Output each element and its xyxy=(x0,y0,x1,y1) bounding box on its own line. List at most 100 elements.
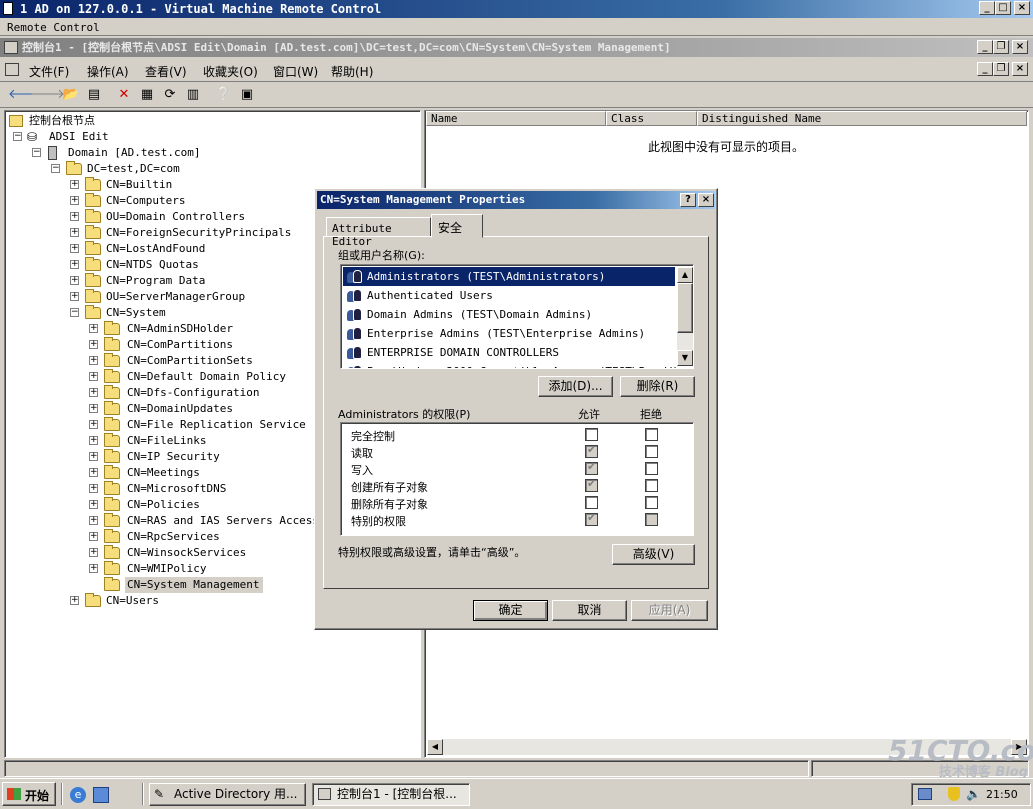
add-button[interactable]: 添加(D)... xyxy=(538,376,613,397)
deny-checkbox[interactable] xyxy=(645,462,658,475)
dialog-help-button[interactable]: ? xyxy=(680,193,696,207)
speaker-icon[interactable]: 🔈 xyxy=(966,787,981,801)
remove-button[interactable]: 删除(R) xyxy=(620,376,695,397)
mmc-restore-button[interactable]: ❐ xyxy=(993,40,1009,54)
expand-icon[interactable]: + xyxy=(89,500,98,509)
deny-checkbox[interactable] xyxy=(645,428,658,441)
collapse-icon[interactable]: − xyxy=(70,308,79,317)
expand-icon[interactable]: + xyxy=(89,548,98,557)
deny-checkbox[interactable] xyxy=(645,513,658,526)
allow-checkbox[interactable]: ✔ xyxy=(585,460,598,475)
expand-icon[interactable]: + xyxy=(89,388,98,397)
show-hide-tree-icon[interactable]: ▤ xyxy=(85,86,103,104)
expand-icon[interactable]: + xyxy=(70,212,79,221)
scroll-thumb[interactable] xyxy=(677,283,693,333)
taskbar-item-ad-users[interactable]: ✎ Active Directory 用... xyxy=(149,783,306,806)
menu-view[interactable]: 查看(V) xyxy=(145,63,187,80)
expand-icon[interactable]: + xyxy=(89,532,98,541)
refresh-icon[interactable]: ⟳ xyxy=(161,86,179,104)
deny-checkbox[interactable] xyxy=(645,496,658,509)
scroll-left-icon[interactable]: ◀ xyxy=(427,739,443,755)
allow-checkbox[interactable]: ✔ xyxy=(585,511,598,526)
column-header-class[interactable]: Class xyxy=(606,111,697,126)
expand-icon[interactable]: + xyxy=(70,276,79,285)
expand-icon[interactable]: + xyxy=(70,244,79,253)
menu-remote-control[interactable]: Remote Control xyxy=(7,21,100,34)
show-desktop-icon[interactable] xyxy=(93,787,109,803)
expand-icon[interactable]: + xyxy=(70,228,79,237)
up-folder-icon[interactable]: 📂 xyxy=(62,86,80,104)
menu-file[interactable]: 文件(F) xyxy=(29,63,69,80)
expand-icon[interactable]: + xyxy=(89,340,98,349)
allow-checkbox[interactable] xyxy=(585,496,598,509)
expand-icon[interactable]: + xyxy=(89,324,98,333)
allow-checkbox[interactable]: ✔ xyxy=(585,443,598,458)
expand-icon[interactable]: + xyxy=(89,452,98,461)
expand-icon[interactable]: + xyxy=(89,372,98,381)
cancel-button[interactable]: 取消 xyxy=(552,600,627,621)
show-action-pane-icon[interactable]: ▣ xyxy=(238,86,256,104)
user-list-item[interactable]: Domain Admins (TEST\Domain Admins) xyxy=(343,305,675,324)
scroll-down-icon[interactable]: ▼ xyxy=(677,350,693,366)
expand-icon[interactable]: + xyxy=(89,516,98,525)
start-button[interactable]: 开始 xyxy=(2,782,56,806)
tab-security[interactable]: 安全 xyxy=(431,214,483,238)
vertical-scrollbar[interactable]: ▲ ▼ xyxy=(677,267,693,366)
column-header-dn[interactable]: Distinguished Name xyxy=(697,111,1027,126)
collapse-icon[interactable]: − xyxy=(51,164,60,173)
security-shield-icon[interactable] xyxy=(948,787,960,801)
network-icon[interactable] xyxy=(918,788,932,800)
internet-explorer-icon[interactable]: e xyxy=(70,787,86,803)
user-list[interactable]: Administrators (TEST\Administrators) Auth… xyxy=(340,264,694,369)
collapse-icon[interactable]: − xyxy=(32,148,41,157)
forward-arrow-icon[interactable]: 🡒 xyxy=(30,86,65,104)
export-list-icon[interactable]: ▥ xyxy=(184,86,202,104)
outer-minimize-button[interactable]: _ xyxy=(979,1,995,15)
expand-icon[interactable]: + xyxy=(89,356,98,365)
allow-checkbox[interactable]: ✔ xyxy=(585,477,598,492)
mmc-minimize-button[interactable]: _ xyxy=(977,40,993,54)
tab-attribute-editor[interactable]: Attribute Editor xyxy=(326,217,431,248)
ok-button[interactable]: 确定 xyxy=(473,600,548,621)
expand-icon[interactable]: + xyxy=(89,564,98,573)
dialog-close-button[interactable]: × xyxy=(698,193,714,207)
expand-icon[interactable]: + xyxy=(70,196,79,205)
expand-icon[interactable]: + xyxy=(89,420,98,429)
help-icon[interactable]: ❔ xyxy=(215,86,233,104)
menu-action[interactable]: 操作(A) xyxy=(87,63,129,80)
menu-help[interactable]: 帮助(H) xyxy=(331,63,373,80)
expand-icon[interactable]: + xyxy=(89,436,98,445)
expand-icon[interactable]: + xyxy=(89,404,98,413)
taskbar-item-console[interactable]: 控制台1 - [控制台根... xyxy=(312,783,470,806)
collapse-icon[interactable]: − xyxy=(13,132,22,141)
menu-window[interactable]: 窗口(W) xyxy=(273,63,318,80)
delete-icon[interactable]: ✕ xyxy=(115,86,133,104)
user-list-item[interactable]: ENTERPRISE DOMAIN CONTROLLERS xyxy=(343,343,675,362)
apply-button[interactable]: 应用(A) xyxy=(631,600,708,621)
column-header-name[interactable]: Name xyxy=(426,111,606,126)
allow-checkbox[interactable] xyxy=(585,428,598,441)
user-list-item[interactable]: Administrators (TEST\Administrators) xyxy=(343,267,675,286)
outer-maximize-button[interactable]: □ xyxy=(995,1,1011,15)
expand-icon[interactable]: + xyxy=(89,484,98,493)
advanced-button[interactable]: 高级(V) xyxy=(612,544,695,565)
child-restore-button[interactable]: ❐ xyxy=(993,62,1009,76)
child-minimize-button[interactable]: _ xyxy=(977,62,993,76)
user-list-item[interactable]: Pre-Windows 2000 Compatible Access (TEST… xyxy=(343,362,678,368)
user-list-item[interactable]: Enterprise Admins (TEST\Enterprise Admin… xyxy=(343,324,675,343)
user-list-item[interactable]: Authenticated Users xyxy=(343,286,675,305)
back-arrow-icon[interactable]: 🡐 xyxy=(8,86,43,104)
scroll-up-icon[interactable]: ▲ xyxy=(677,267,693,283)
properties-icon[interactable]: ▦ xyxy=(138,86,156,104)
menu-favorites[interactable]: 收藏夹(O) xyxy=(203,63,258,80)
expand-icon[interactable]: + xyxy=(70,260,79,269)
expand-icon[interactable]: + xyxy=(70,292,79,301)
mmc-close-button[interactable]: × xyxy=(1012,40,1028,54)
outer-close-button[interactable]: × xyxy=(1014,1,1030,15)
deny-checkbox[interactable] xyxy=(645,479,658,492)
deny-checkbox[interactable] xyxy=(645,445,658,458)
expand-icon[interactable]: + xyxy=(70,180,79,189)
expand-icon[interactable]: + xyxy=(70,596,79,605)
expand-icon[interactable]: + xyxy=(89,468,98,477)
child-close-button[interactable]: × xyxy=(1012,62,1028,76)
